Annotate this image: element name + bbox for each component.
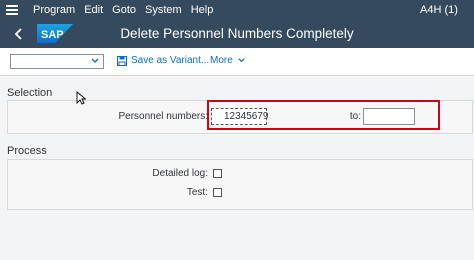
detailed-log-checkbox[interactable] <box>213 169 222 178</box>
selection-title: Selection <box>7 87 53 99</box>
menu-program[interactable]: Program <box>33 4 75 16</box>
chevron-down-icon <box>238 58 245 63</box>
system-info: A4H (1) 400 <box>420 4 458 36</box>
save-as-variant-button[interactable]: Save as Variant... <box>117 55 209 66</box>
chevron-down-icon <box>91 58 99 63</box>
test-checkbox[interactable] <box>213 188 222 197</box>
toolbar: Save as Variant... More <box>0 48 474 76</box>
title-bar: SAP Delete Personnel Numbers Completely <box>0 20 474 48</box>
menu-icon[interactable] <box>0 0 24 20</box>
save-as-variant-label: Save as Variant... <box>131 55 210 66</box>
menu-bar: Program Edit Goto System Help <box>0 0 474 20</box>
menu-goto[interactable]: Goto <box>112 4 136 16</box>
page-title: Delete Personnel Numbers Completely <box>120 26 354 41</box>
more-label: More <box>210 55 233 66</box>
menu-system[interactable]: System <box>145 4 182 16</box>
menu-help[interactable]: Help <box>191 4 214 16</box>
test-label: Test: <box>186 187 208 198</box>
menu-edit[interactable]: Edit <box>84 4 103 16</box>
variant-select[interactable] <box>10 54 104 69</box>
more-button[interactable]: More <box>210 55 246 66</box>
highlight-box <box>207 100 440 130</box>
save-icon <box>117 55 127 66</box>
process-title: Process <box>7 145 47 157</box>
mouse-cursor-icon <box>76 91 86 105</box>
process-panel: Detailed log: Test: <box>7 159 473 210</box>
detailed-log-label: Detailed log: <box>152 168 208 179</box>
personnel-numbers-label: Personnel numbers: <box>118 111 209 122</box>
